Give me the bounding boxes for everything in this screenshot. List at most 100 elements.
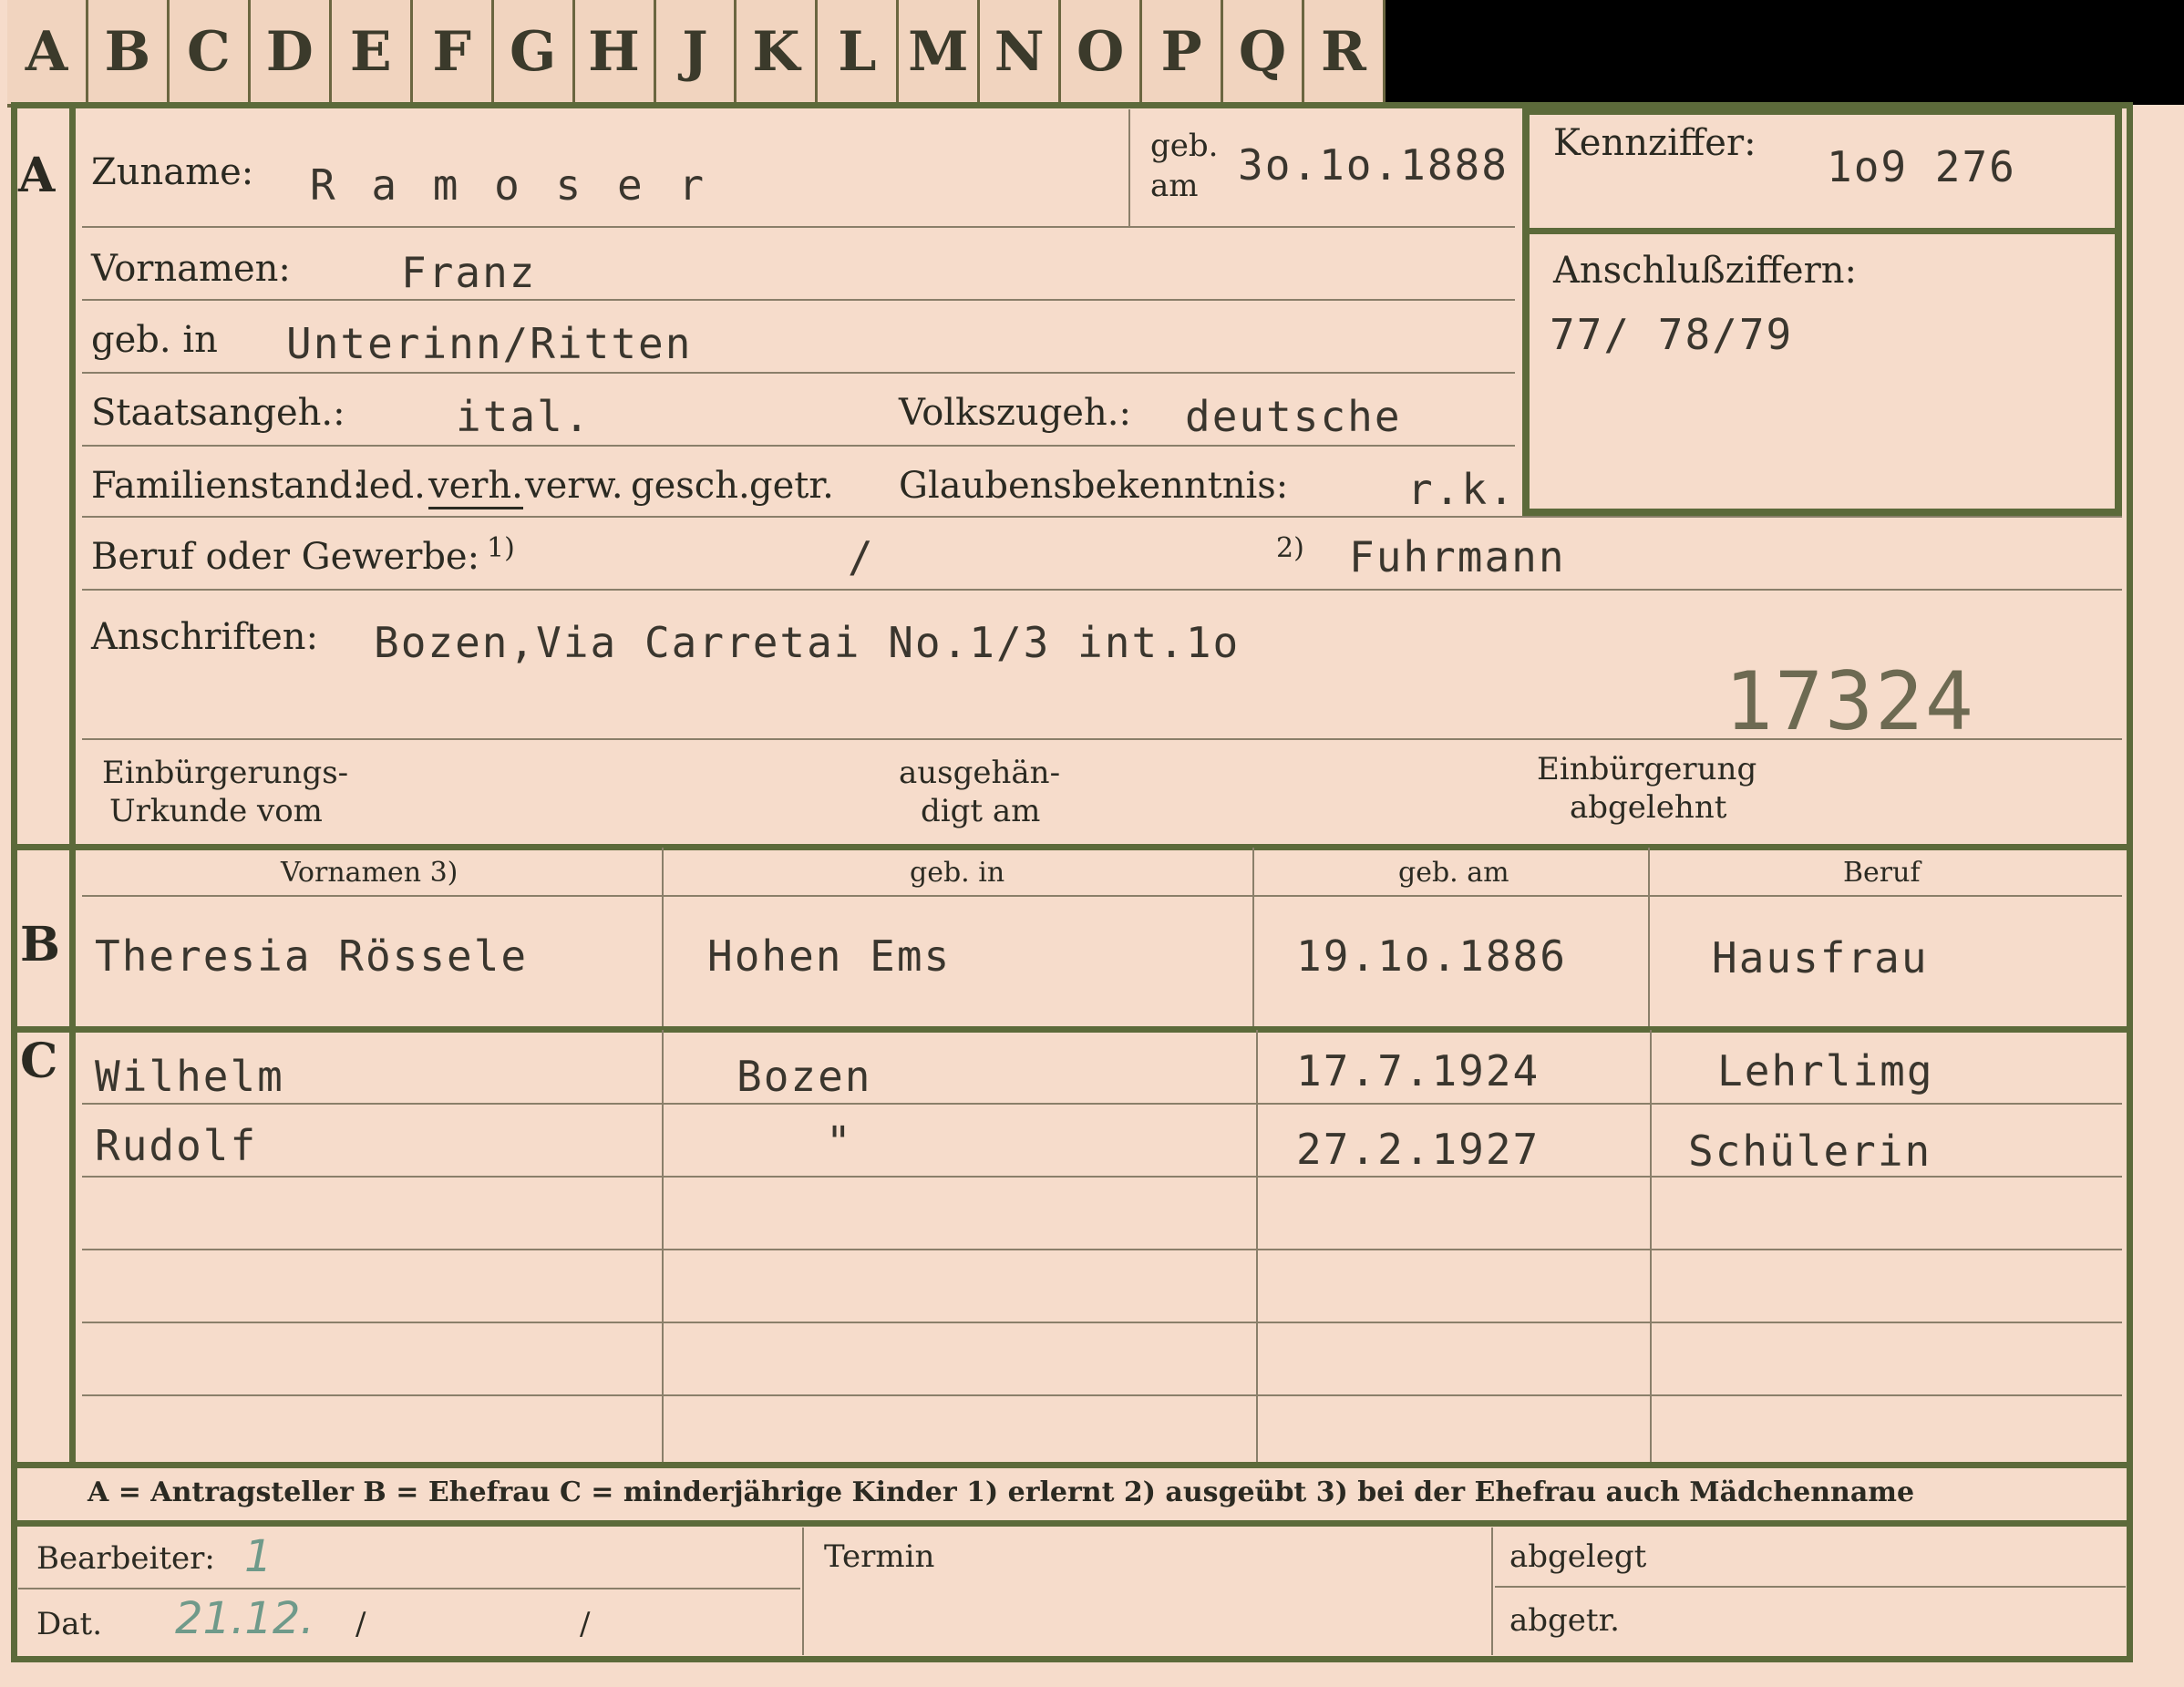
spouse-first-names: Theresia Rössele <box>95 931 529 981</box>
deadline-label: Termin <box>824 1538 935 1575</box>
index-tab-r[interactable]: R <box>1304 0 1386 108</box>
row-line <box>18 1588 800 1589</box>
index-tab-q[interactable]: Q <box>1223 0 1304 108</box>
section-a-rule <box>69 108 76 844</box>
section-c-top <box>16 1026 2127 1033</box>
date-separator-2: / <box>580 1606 591 1642</box>
marital-option-widowed: verw. <box>525 465 623 507</box>
naturalization-refused-label-2: abgelehnt <box>1570 789 1727 826</box>
spouse-header-first-names: Vornamen 3) <box>281 857 458 889</box>
spouse-header-occupation: Beruf <box>1843 857 1921 889</box>
spouse-header-born-in: geb. in <box>910 857 1005 889</box>
index-tab-b[interactable]: B <box>88 0 170 108</box>
col-line <box>1648 848 1650 1026</box>
index-tab-c[interactable]: C <box>169 0 251 108</box>
col-line <box>802 1528 804 1655</box>
id-label: Kennziffer: <box>1553 122 1756 164</box>
naturalization-cert-label-2: Urkunde vom <box>109 793 323 829</box>
col-line <box>1650 1030 1652 1462</box>
born-on-label-2: am <box>1150 168 1199 204</box>
surname-value: R a m o s e r <box>310 160 710 210</box>
handed-over-label-1: ausgehän- <box>899 755 1061 791</box>
marital-label: Familienstand: <box>91 465 365 507</box>
index-tab-k[interactable]: K <box>737 0 819 108</box>
index-tab-h[interactable]: H <box>574 0 656 108</box>
col-line <box>1252 848 1254 1026</box>
section-b-letter: B <box>20 917 60 972</box>
row-line <box>82 895 2122 897</box>
occupation-practiced-value: Fuhrmann <box>1349 532 1566 581</box>
date-separator-1: / <box>355 1606 366 1642</box>
marital-option-single: led. <box>357 465 426 507</box>
spouse-born-in: Hohen Ems <box>707 931 952 981</box>
date-value: 21.12. <box>175 1593 314 1644</box>
child-2-first-name: Rudolf <box>95 1121 258 1170</box>
row-line <box>82 226 1515 228</box>
date-label: Dat. <box>36 1606 103 1642</box>
child-2-born-in: " <box>826 1117 853 1167</box>
spouse-header-born-on: geb. am <box>1398 857 1509 889</box>
index-tab-e[interactable]: E <box>331 0 413 108</box>
alphabet-tab-strip: ABCDEFGHJKLMNOPQR <box>7 0 1386 108</box>
address-value: Bozen,Via Carretai No.1/3 int.1o <box>374 618 1241 667</box>
row-line <box>82 299 1515 301</box>
born-in-value: Unterinn/Ritten <box>286 319 693 368</box>
child-1-occupation: Lehrlimg <box>1717 1046 1934 1096</box>
index-tab-d[interactable]: D <box>250 0 332 108</box>
section-b-rule <box>69 848 76 1026</box>
child-1-born-in: Bozen <box>737 1052 872 1101</box>
occupation-note-1: 1) <box>487 532 515 564</box>
handed-over-label-2: digt am <box>921 793 1041 829</box>
index-tab-g[interactable]: G <box>493 0 575 108</box>
clerk-label: Bearbeiter: <box>36 1540 215 1577</box>
legend-bottom <box>16 1520 2127 1527</box>
citizenship-label: Staatsangeh.: <box>91 392 345 434</box>
row-line <box>82 372 1515 374</box>
first-names-label: Vornamen: <box>91 248 291 290</box>
surname-label: Zuname: <box>91 151 254 193</box>
born-on-value: 3o.1o.1888 <box>1238 140 1509 190</box>
legend-top <box>16 1462 2127 1468</box>
linked-label: Anschlußziffern: <box>1553 250 1857 292</box>
row-line <box>82 1394 2122 1396</box>
index-tab-m[interactable]: M <box>899 0 981 108</box>
row-line <box>82 589 2122 591</box>
address-label: Anschriften: <box>91 616 319 658</box>
ethnicity-label: Volkszugeh.: <box>899 392 1131 434</box>
index-tab-l[interactable]: L <box>818 0 900 108</box>
section-c-letter: C <box>20 1034 58 1089</box>
col-line <box>1256 1030 1258 1462</box>
row-line <box>82 1249 2122 1250</box>
index-tab-p[interactable]: P <box>1142 0 1224 108</box>
first-names-value: Franz <box>401 248 537 297</box>
index-tab-n[interactable]: N <box>980 0 1062 108</box>
row-line <box>1495 1586 2126 1588</box>
section-b-top <box>16 844 2127 850</box>
child-1-born-on: 17.7.1924 <box>1296 1046 1540 1096</box>
linked-value: 77/ 78/79 <box>1550 310 1794 359</box>
child-1-first-name: Wilhelm <box>95 1052 284 1101</box>
naturalization-cert-label-1: Einbürgerungs- <box>102 755 349 791</box>
row-line <box>82 516 2122 518</box>
marital-option-separated: getr. <box>749 465 834 507</box>
index-tab-j[interactable]: J <box>655 0 737 108</box>
child-2-born-on: 27.2.1927 <box>1296 1125 1540 1174</box>
occupation-note-2: 2) <box>1276 532 1304 564</box>
section-c-rule <box>69 1030 76 1462</box>
row-line <box>82 445 1515 447</box>
index-tab-a[interactable]: A <box>7 0 88 108</box>
col-line <box>662 1030 664 1462</box>
registration-card: ABCDEFGHJKLMNOPQR A Zuname: R a m o s e … <box>0 0 2184 1687</box>
filed-label: abgelegt <box>1509 1538 1647 1575</box>
index-tab-o[interactable]: O <box>1061 0 1143 108</box>
removed-label: abgetr. <box>1509 1602 1620 1639</box>
naturalization-refused-label-1: Einbürgerung <box>1537 751 1757 787</box>
reference-divider <box>1526 228 2120 234</box>
ethnicity-value: deutsche <box>1185 392 1402 441</box>
citizenship-value: ital. <box>456 392 592 441</box>
child-2-occupation: Schülerin <box>1688 1126 1932 1176</box>
clerk-mark: 1 <box>244 1531 273 1582</box>
occupation-learned-value: / <box>848 532 875 581</box>
religion-label: Glaubensbekenntnis: <box>899 465 1289 507</box>
index-tab-f[interactable]: F <box>412 0 494 108</box>
